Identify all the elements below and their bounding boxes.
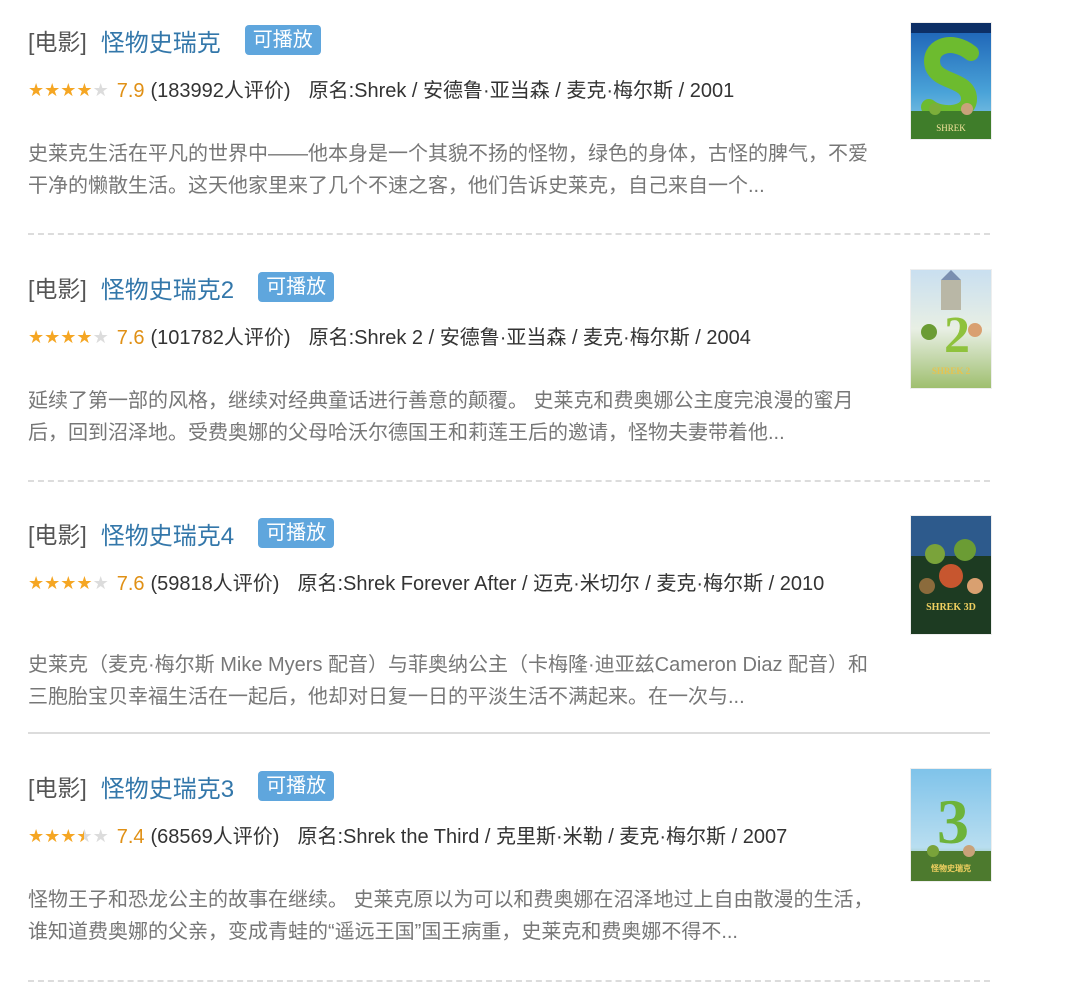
star-icon: ★ (44, 327, 61, 347)
result-divider (28, 732, 990, 734)
star-icon: ★ (44, 826, 61, 846)
search-result: [电影] 怪物史瑞克2 可播放 ★★★★★ 7.6 (101782人评价) 原名:Sh… (28, 269, 993, 459)
rating-score: 7.6 (116, 573, 145, 595)
rating-stars: ★★★★★ (28, 320, 109, 354)
poster-title: SHREK (936, 123, 966, 133)
star-icon: ★ (44, 573, 61, 593)
star-icon: ★ (76, 819, 92, 853)
vote-count: (183992人评价) (150, 80, 291, 102)
poster-title: SHREK 2 (932, 366, 971, 376)
star-icon: ★ (28, 573, 45, 593)
rating-score: 7.4 (116, 826, 145, 848)
vote-count: (68569人评价) (150, 826, 280, 848)
poster-title: 怪物史瑞克 (931, 863, 971, 873)
movie-poster[interactable]: 2 SHREK 2 (910, 269, 992, 389)
result-divider (28, 980, 990, 982)
star-icon: ★ (60, 80, 77, 100)
result-description: 史莱克（麦克·梅尔斯 Mike Myers 配音）与菲奥纳公主（卡梅隆·迪亚兹C… (28, 654, 869, 708)
star-icon: ★ (76, 573, 93, 593)
result-title-line: [电影] 怪物史瑞克2 可播放 (28, 269, 335, 305)
star-icon: ★ (44, 80, 61, 100)
result-meta: ★★★★★ 7.6 (101782人评价) 原名:Shrek 2 / 安德鲁·亚当森 … (28, 320, 878, 355)
movie-title-link[interactable]: 怪物史瑞克4 (101, 516, 234, 551)
original-title-info: 原名:Shrek the Third / 克里斯·米勒 / 麦克·梅尔斯 / 2… (297, 826, 788, 848)
svg-text:2: 2 (944, 307, 970, 364)
rating-score: 7.9 (116, 80, 145, 102)
result-divider (28, 233, 990, 235)
result-description: 延续了第一部的风格，继续对经典童话进行善意的颠覆。 史莱克和费奥娜公主度完浪漫的… (28, 390, 854, 444)
star-icon: ★ (76, 80, 93, 100)
rating-stars: ★★★★★ (28, 566, 109, 600)
rating-stars: ★★★★★ (28, 819, 109, 853)
star-icon: ★ (28, 327, 45, 347)
original-title-info: 原名:Shrek 2 / 安德鲁·亚当森 / 麦克·梅尔斯 / 2004 (308, 327, 751, 349)
original-title-info: 原名:Shrek / 安德鲁·亚当森 / 麦克·梅尔斯 / 2001 (308, 80, 735, 102)
result-title-line: [电影] 怪物史瑞克3 可播放 (28, 768, 335, 804)
star-icon: ★ (92, 327, 109, 347)
star-icon: ★ (60, 826, 77, 846)
result-divider (28, 480, 990, 482)
category-label: [电影] (28, 276, 87, 302)
movie-poster[interactable]: 3 怪物史瑞克 (910, 768, 992, 882)
movie-poster[interactable]: SHREK 3D (910, 515, 992, 635)
playable-badge[interactable]: 可播放 (244, 25, 321, 55)
star-icon: ★ (76, 327, 93, 347)
original-title-info: 原名:Shrek Forever After / 迈克·米切尔 / 麦克·梅尔斯… (297, 573, 825, 595)
svg-text:3: 3 (937, 786, 969, 857)
search-result: [电影] 怪物史瑞克4 可播放 ★★★★★ 7.6 (59818人评价) 原名:Shr… (28, 515, 993, 708)
movie-poster[interactable]: SHREK (910, 22, 992, 140)
star-icon: ★ (28, 826, 45, 846)
vote-count: (101782人评价) (150, 327, 291, 349)
playable-badge[interactable]: 可播放 (258, 518, 335, 548)
result-meta: ★★★★★7.4(68569人评价)原名:Shrek the Third / 克… (28, 819, 878, 854)
search-result: [电影] 怪物史瑞克3 可播放 ★★★★★7.4(68569人评价)原名:Shr… (28, 768, 993, 958)
search-result: [电影] 怪物史瑞克 可播放 ★★★★★ 7.9 (183992人评价) 原名:Shr… (28, 22, 993, 212)
star-icon: ★ (92, 826, 109, 846)
result-description: 怪物王子和恐龙公主的故事在继续。 史莱克原以为可以和费奥娜在沼泽地过上自由散漫的… (28, 889, 874, 943)
poster-title: SHREK 3D (926, 602, 976, 613)
movie-title-link[interactable]: 怪物史瑞克3 (101, 769, 234, 804)
star-icon: ★ (28, 80, 45, 100)
result-title-line: [电影] 怪物史瑞克 可播放 (28, 22, 321, 58)
vote-count: (59818人评价) (150, 573, 280, 595)
star-icon: ★ (60, 573, 77, 593)
rating-stars: ★★★★★ (28, 73, 109, 107)
result-meta: ★★★★★ 7.9 (183992人评价) 原名:Shrek / 安德鲁·亚当森 / … (28, 73, 878, 108)
result-description: 史莱克生活在平凡的世界中——他本身是一个其貌不扬的怪物，绿色的身体，古怪的脾气，… (28, 143, 868, 197)
movie-title-link[interactable]: 怪物史瑞克2 (101, 270, 234, 305)
rating-score: 7.6 (116, 327, 145, 349)
result-meta: ★★★★★ 7.6 (59818人评价) 原名:Shrek Forever After… (28, 566, 878, 601)
result-title-line: [电影] 怪物史瑞克4 可播放 (28, 515, 335, 551)
category-label: [电影] (28, 522, 87, 548)
star-icon: ★ (92, 80, 109, 100)
category-label: [电影] (28, 775, 87, 801)
movie-title-link[interactable]: 怪物史瑞克 (101, 23, 221, 58)
playable-badge[interactable]: 可播放 (258, 771, 335, 801)
star-icon: ★ (60, 327, 77, 347)
star-icon: ★ (92, 573, 109, 593)
category-label: [电影] (28, 29, 87, 55)
playable-badge[interactable]: 可播放 (258, 272, 335, 302)
